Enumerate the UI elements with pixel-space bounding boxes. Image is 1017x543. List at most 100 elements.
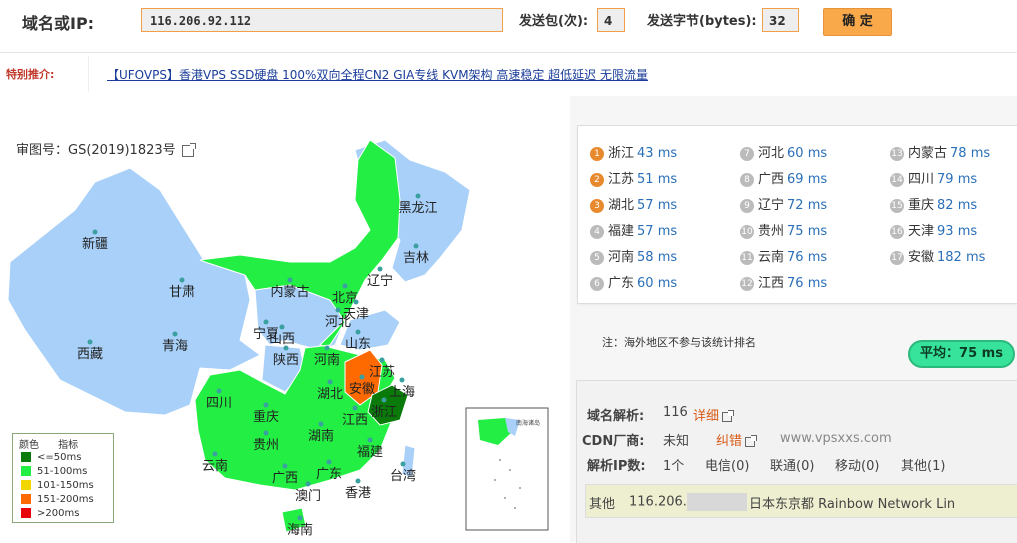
province-dot — [263, 319, 269, 325]
bytes-label: 发送字节(bytes): — [647, 14, 757, 29]
rank-badge: 17 — [890, 250, 904, 265]
packets-input[interactable]: 4 — [597, 8, 625, 32]
correct-link[interactable]: 纠错 — [716, 430, 758, 449]
province-label[interactable]: 云南 — [202, 458, 228, 474]
unicom-count[interactable]: 联通(0) — [770, 455, 814, 474]
rank-latency: 75 ms — [787, 224, 828, 239]
ranking-item: 2 江苏 51 ms — [590, 168, 677, 187]
province-label[interactable]: 湖南 — [308, 428, 334, 444]
province-label[interactable]: 贵州 — [253, 438, 279, 453]
province-label[interactable]: 江苏 — [369, 364, 395, 380]
rank-latency: 43 ms — [637, 146, 678, 161]
province-label[interactable]: 四川 — [206, 396, 232, 411]
legend-color-heading: 颜色 — [19, 440, 39, 451]
province-label[interactable]: 福建 — [357, 445, 383, 460]
province-label[interactable]: 内蒙古 — [270, 284, 309, 300]
rank-latency: 79 ms — [937, 172, 978, 187]
mobile-count[interactable]: 移动(0) — [835, 455, 879, 474]
rank-latency: 69 ms — [787, 172, 828, 187]
bytes-input[interactable]: 32 — [762, 8, 799, 32]
external-link-icon — [745, 434, 758, 447]
province-dot — [324, 345, 330, 351]
rank-latency: 51 ms — [637, 172, 678, 187]
rank-badge: 11 — [740, 250, 754, 265]
legend-item: 101-150ms — [21, 479, 94, 493]
province-label[interactable]: 辽宁 — [367, 273, 393, 289]
ranking-note: 注：海外地区不参与该统计排名 — [602, 336, 756, 349]
ranking-item: 3 湖北 57 ms — [590, 194, 677, 213]
rank-province: 天津 — [908, 224, 935, 239]
rank-latency: 72 ms — [787, 198, 828, 213]
province-label[interactable]: 河北 — [325, 315, 351, 330]
rank-badge: 12 — [740, 276, 754, 291]
rank-badge: 2 — [590, 172, 604, 187]
other-count[interactable]: 其他(1) — [901, 455, 945, 474]
province-label[interactable]: 青海 — [162, 339, 188, 354]
ip-result-row: 其他 116.206. 日本东京都 Rainbow Network Lin — [585, 484, 1017, 518]
detail-link[interactable]: 详细 — [693, 405, 735, 424]
province-label[interactable]: 宁夏 — [253, 326, 279, 342]
province-label[interactable]: 新疆 — [82, 236, 108, 252]
province-label[interactable]: 北京 — [332, 291, 358, 306]
ranking-item: 6 广东 60 ms — [590, 272, 677, 291]
packets-label: 发送包(次): — [519, 14, 589, 29]
province-label[interactable]: 广东 — [316, 467, 342, 482]
province-label[interactable]: 河南 — [314, 352, 340, 368]
rank-latency: 57 ms — [637, 224, 678, 239]
province-dot — [355, 329, 361, 335]
ranking-item: 15 重庆 82 ms — [890, 194, 977, 213]
legend-metric-heading: 指标 — [58, 440, 79, 451]
province-label[interactable]: 海南 — [287, 522, 313, 538]
province-label[interactable]: 黑龙江 — [398, 201, 437, 216]
ip-count-label: 解析IP数: — [587, 459, 646, 474]
province-dot — [379, 357, 385, 363]
province-label[interactable]: 陕西 — [273, 353, 299, 368]
province-label[interactable]: 西藏 — [77, 347, 103, 362]
rank-province: 辽宁 — [758, 198, 785, 213]
ranking-item: 4 福建 57 ms — [590, 220, 677, 239]
rank-badge: 10 — [740, 224, 754, 239]
rank-province: 贵州 — [758, 224, 785, 239]
domain-label: 域名或IP: — [22, 14, 95, 33]
province-label[interactable]: 广西 — [272, 471, 298, 486]
province-label[interactable]: 江西 — [342, 413, 368, 428]
province-label[interactable]: 浙江 — [371, 405, 397, 420]
rank-latency: 58 ms — [637, 250, 678, 265]
province-label[interactable]: 甘肃 — [169, 285, 195, 300]
domain-input[interactable]: 116.206.92.112 — [141, 8, 503, 32]
ip-count: 1个 — [663, 459, 685, 474]
province-dot — [353, 299, 359, 305]
promo-link[interactable]: 【UFOVPS】香港VPS SSD硬盘 100%双向全程CN2 GIA专线 KV… — [107, 66, 648, 83]
province-label[interactable]: 上海 — [389, 385, 415, 400]
rank-latency: 82 ms — [937, 198, 978, 213]
province-dot — [179, 277, 185, 283]
province-label[interactable]: 湖北 — [317, 387, 343, 402]
province-label[interactable]: 澳门 — [295, 488, 321, 504]
province-label[interactable]: 安徽 — [349, 382, 375, 397]
legend-swatch — [21, 480, 31, 490]
province-label[interactable]: 重庆 — [253, 409, 279, 425]
province-label[interactable]: 吉林 — [403, 251, 429, 266]
confirm-button[interactable]: 确 定 — [823, 8, 892, 36]
rank-province: 四川 — [908, 172, 935, 187]
ranking-item: 17 安徽 182 ms — [890, 246, 985, 265]
legend-swatch — [21, 466, 31, 476]
rank-latency: 93 ms — [937, 224, 978, 239]
masked-ip-block — [686, 493, 747, 511]
province-dot — [413, 243, 419, 249]
rank-province: 重庆 — [908, 198, 935, 213]
rank-province: 广西 — [758, 172, 785, 187]
province-label[interactable]: 香港 — [345, 486, 371, 501]
ranking-item: 7 河北 60 ms — [740, 142, 827, 161]
province-dot — [415, 193, 421, 199]
ip-type: 其他 — [589, 497, 616, 512]
rank-badge: 7 — [740, 146, 754, 161]
province-dot — [327, 379, 333, 385]
telecom-count[interactable]: 电信(0) — [705, 455, 749, 474]
cdn-value: 未知 — [663, 434, 690, 449]
rank-province: 云南 — [758, 250, 785, 265]
province-dot — [212, 451, 218, 457]
province-label[interactable]: 山东 — [345, 337, 371, 352]
province-label[interactable]: 台湾 — [390, 468, 416, 484]
province-dot — [326, 459, 332, 465]
